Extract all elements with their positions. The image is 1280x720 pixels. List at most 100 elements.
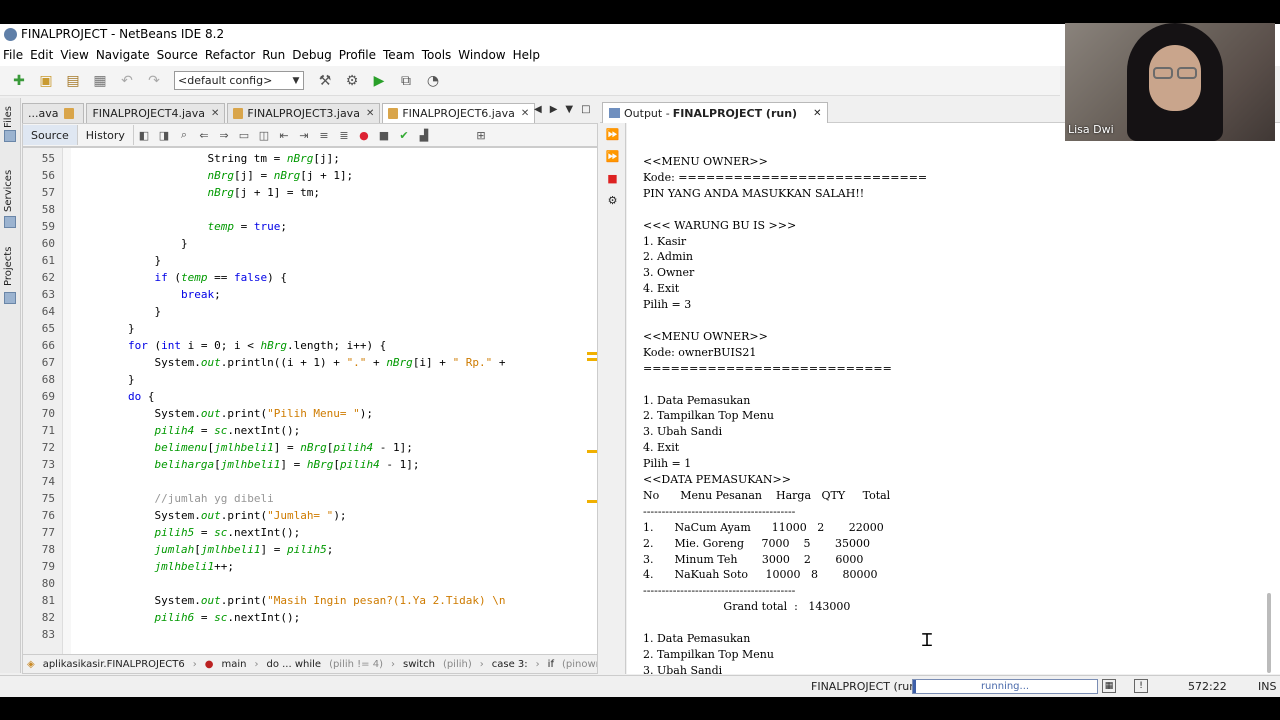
- tab-scroll-controls[interactable]: ◀▶▼□: [534, 104, 599, 115]
- history-view-button[interactable]: History: [78, 125, 134, 145]
- new-project-icon[interactable]: ▣: [35, 70, 57, 92]
- output-line: Kode: ownerBUIS21: [643, 345, 757, 359]
- vertical-scrollbar[interactable]: [1267, 593, 1271, 673]
- record-macro-icon[interactable]: ●: [357, 128, 371, 142]
- new-file-icon[interactable]: ✚: [8, 70, 30, 92]
- tab-label: FINALPROJECT3.java: [247, 107, 360, 120]
- error-stripe-mark[interactable]: [587, 500, 597, 503]
- source-view-button[interactable]: Source: [23, 125, 78, 145]
- menu-file[interactable]: File: [3, 48, 23, 62]
- menu-help[interactable]: Help: [513, 48, 540, 62]
- services-panel-tab[interactable]: Services: [3, 170, 14, 212]
- glasses-left: [1153, 67, 1173, 79]
- error-stripe-mark[interactable]: [587, 352, 597, 355]
- clean-build-icon[interactable]: ⚙: [341, 70, 363, 92]
- menu-edit[interactable]: Edit: [30, 48, 53, 62]
- output-line: Grand total : 143000: [643, 600, 851, 614]
- menu-view[interactable]: View: [60, 48, 88, 62]
- line-number: 81: [41, 594, 55, 607]
- menu-debug[interactable]: Debug: [292, 48, 331, 62]
- close-icon[interactable]: ✕: [813, 108, 821, 119]
- find-icon[interactable]: ⌕: [177, 128, 191, 142]
- close-icon[interactable]: ✕: [211, 108, 219, 119]
- toggle-highlight-icon[interactable]: ▭: [237, 128, 251, 142]
- find-next-icon[interactable]: ⇒: [217, 128, 231, 142]
- error-stripe-mark[interactable]: [587, 358, 597, 361]
- save-all-icon[interactable]: ▦: [89, 70, 111, 92]
- files-panel-tab[interactable]: Files: [3, 106, 14, 128]
- menu-window[interactable]: Window: [458, 48, 505, 62]
- status-close-icon[interactable]: ▦: [1102, 679, 1116, 693]
- redo-icon[interactable]: ↷: [143, 70, 165, 92]
- breadcrumb-switch[interactable]: switch: [403, 659, 435, 670]
- code-editor[interactable]: 55 56 57 58 59 60 61 62 63 64 65 66 67 68 69 70 71 72 73 74…: [22, 147, 598, 662]
- split-view-icon[interactable]: ⊞: [474, 128, 488, 142]
- uncomment-icon[interactable]: ≣: [337, 128, 351, 142]
- output-line: <<MENU OWNER>>: [643, 329, 768, 343]
- status-project[interactable]: FINALPROJECT (run): [811, 680, 921, 693]
- menu-refactor[interactable]: Refactor: [205, 48, 255, 62]
- close-icon[interactable]: ✕: [521, 108, 529, 119]
- tab-finalproject3[interactable]: FINALPROJECT3.java ✕: [227, 103, 381, 123]
- debug-icon[interactable]: ⧉: [395, 70, 417, 92]
- run-icon[interactable]: ▶: [368, 70, 390, 92]
- fold-margin: [63, 148, 71, 661]
- back-icon[interactable]: ◧: [137, 128, 151, 142]
- tab-output[interactable]: Output - FINALPROJECT (run) ✕: [602, 102, 829, 123]
- menu-source[interactable]: Source: [157, 48, 198, 62]
- projects-panel-icon[interactable]: [4, 292, 16, 304]
- menu-tools[interactable]: Tools: [422, 48, 452, 62]
- undo-icon[interactable]: ↶: [116, 70, 138, 92]
- tab-finalproject4[interactable]: FINALPROJECT4.java ✕: [86, 103, 226, 123]
- breadcrumb-class[interactable]: aplikasikasir.FINALPROJECT6: [43, 659, 185, 670]
- code-area[interactable]: String tm = nBrg[j]; nBrg[j] = nBrg[j + …: [75, 148, 595, 661]
- output-line: 4. NaKuah Soto 10000 8 80000: [643, 568, 878, 582]
- menu-team[interactable]: Team: [383, 48, 415, 62]
- chart-icon[interactable]: ▟: [417, 128, 431, 142]
- bookmark-icon[interactable]: ◫: [257, 128, 271, 142]
- notifications-icon[interactable]: !: [1134, 679, 1148, 693]
- breadcrumb-case[interactable]: case 3:: [492, 659, 528, 670]
- breadcrumb-method[interactable]: main: [221, 659, 246, 670]
- stop-macro-icon[interactable]: ■: [377, 128, 391, 142]
- comment-icon[interactable]: ≡: [317, 128, 331, 142]
- menu-navigate[interactable]: Navigate: [96, 48, 150, 62]
- tab-ava[interactable]: ...ava: [22, 103, 85, 123]
- profile-icon[interactable]: ◔: [422, 70, 444, 92]
- breadcrumb-do-while[interactable]: do ... while: [266, 659, 321, 670]
- projects-panel-tab[interactable]: Projects: [3, 247, 14, 286]
- error-stripe-mark[interactable]: [587, 450, 597, 453]
- output-line: ----------------------------------------…: [643, 584, 796, 598]
- output-console[interactable]: <<MENU OWNER>> Kode: ====================…: [627, 123, 1280, 674]
- build-icon[interactable]: ⚒: [314, 70, 336, 92]
- code-line: nBrg[j] = nBrg[j + 1];: [207, 169, 354, 182]
- line-number: 65: [41, 322, 55, 335]
- menu-profile[interactable]: Profile: [339, 48, 376, 62]
- open-project-icon[interactable]: ▤: [62, 70, 84, 92]
- line-number: 57: [41, 186, 55, 199]
- files-panel-icon[interactable]: [4, 130, 16, 142]
- forward-icon[interactable]: ◨: [157, 128, 171, 142]
- breadcrumb-if[interactable]: if: [548, 659, 554, 670]
- tab-finalproject6[interactable]: FINALPROJECT6.java ✕: [382, 103, 536, 123]
- services-panel-icon[interactable]: [4, 216, 16, 228]
- menu-run[interactable]: Run: [262, 48, 285, 62]
- line-number: 74: [41, 475, 55, 488]
- rerun-icon[interactable]: ⏩: [605, 127, 620, 141]
- diff-icon[interactable]: ✔: [397, 128, 411, 142]
- line-number: 76: [41, 509, 55, 522]
- stop-icon[interactable]: ■: [605, 171, 620, 185]
- line-number: 73: [41, 458, 55, 471]
- config-select-value: <default config>: [178, 74, 273, 87]
- rerun-different-icon[interactable]: ⏩: [605, 149, 620, 163]
- config-select[interactable]: <default config> ▼: [174, 71, 304, 90]
- code-line: //jumlah yg dibeli: [154, 492, 274, 505]
- output-line: 1. Data Pemasukan: [643, 393, 751, 407]
- settings-icon[interactable]: ⚙: [605, 193, 620, 207]
- shift-right-icon[interactable]: ⇥: [297, 128, 311, 142]
- line-number: 79: [41, 560, 55, 573]
- shift-left-icon[interactable]: ⇤: [277, 128, 291, 142]
- find-prev-icon[interactable]: ⇐: [197, 128, 211, 142]
- close-icon[interactable]: ✕: [366, 108, 374, 119]
- line-number: 58: [41, 203, 55, 216]
